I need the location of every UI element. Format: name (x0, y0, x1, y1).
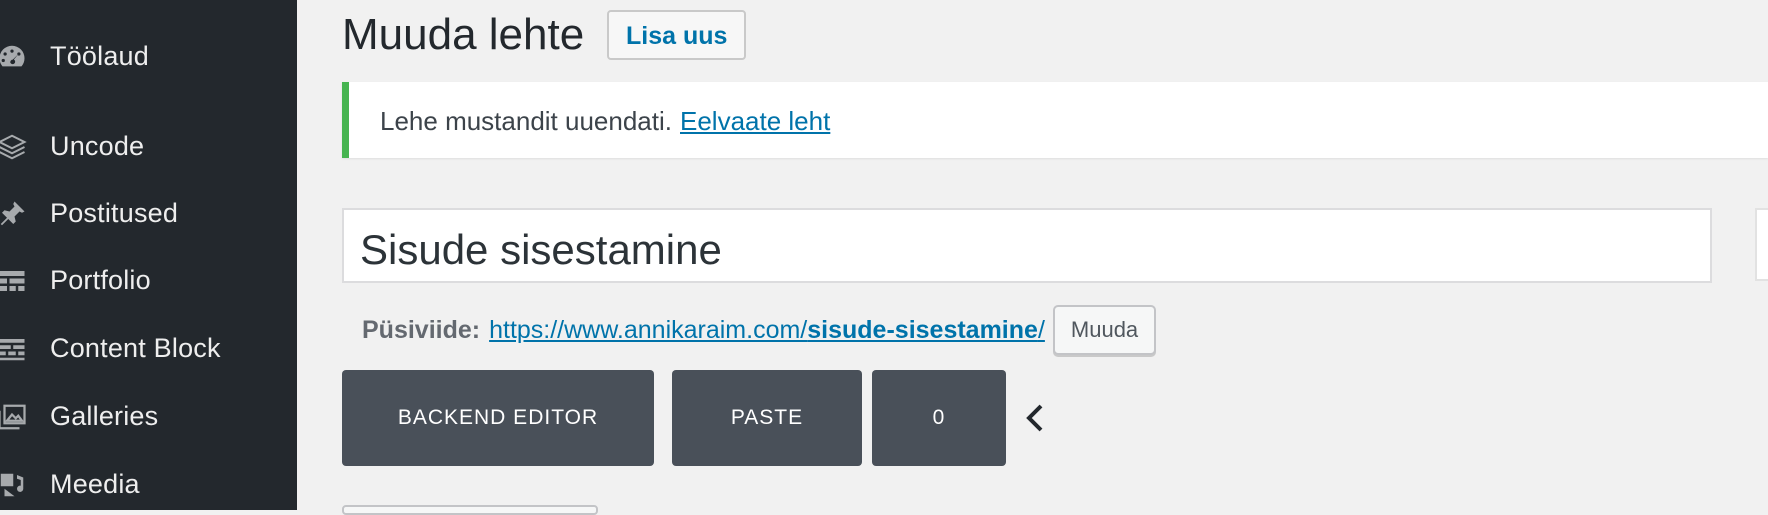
post-title-value: Sisude sisestamine (360, 226, 722, 273)
sidebar-item-content-block[interactable]: Content Block (0, 320, 297, 376)
update-notice: Lehe mustandit uuendati. Eelvaate leht (342, 82, 1768, 158)
content-block-icon (0, 334, 30, 364)
permalink-slug: sisude-sisestamine (807, 315, 1038, 344)
partial-button[interactable] (342, 505, 598, 515)
backend-editor-button[interactable]: BACKEND EDITOR (342, 370, 654, 466)
preview-page-link[interactable]: Eelvaate leht (680, 106, 830, 136)
permalink-url-base: https://www.annikaraim.com/ (489, 315, 808, 344)
sidebar-item-label: Uncode (50, 130, 145, 161)
main-content: Muuda lehte Lisa uus Lehe mustandit uuen… (297, 0, 1768, 515)
sidebar-item-label: Portfolio (50, 264, 151, 295)
sidebar-item-label: Meedia (50, 468, 140, 499)
side-panel-edge (1755, 208, 1768, 281)
layers-icon (0, 132, 30, 162)
count-button[interactable]: 0 (872, 370, 1006, 466)
permalink-label: Püsiviide: (362, 315, 481, 344)
sidebar-item-label: Content Block (50, 332, 221, 363)
sidebar-item-media[interactable]: Meedia (0, 456, 297, 512)
permalink-link[interactable]: https://www.annikaraim.com/sisude-sisest… (489, 316, 1045, 345)
notice-message: Lehe mustandit uuendati. Eelvaate leht (380, 106, 830, 137)
paste-button[interactable]: PASTE (672, 370, 862, 466)
admin-sidebar: Töölaud Uncode Postitused Portfolio Cont… (0, 0, 297, 510)
edit-permalink-button[interactable]: Muuda (1052, 305, 1157, 355)
sidebar-item-dashboard[interactable]: Töölaud (0, 28, 297, 84)
sidebar-item-uncode[interactable]: Uncode (0, 118, 297, 174)
post-title-input[interactable]: Sisude sisestamine (342, 208, 1712, 283)
gallery-icon (0, 402, 30, 432)
permalink-trailing: / (1037, 315, 1045, 344)
sidebar-item-label: Töölaud (50, 40, 149, 71)
permalink-row: Püsiviide: https://www.annikaraim.com/si… (362, 305, 1157, 355)
page-title: Muuda lehte (342, 10, 585, 59)
sidebar-item-posts[interactable]: Postitused (0, 185, 297, 241)
add-new-button[interactable]: Lisa uus (607, 10, 747, 60)
pin-icon (0, 199, 30, 229)
notice-text: Lehe mustandit uuendati. (380, 106, 672, 136)
chevron-left-icon[interactable] (1022, 402, 1048, 434)
sidebar-item-label: Galleries (50, 400, 159, 431)
sidebar-item-label: Postitused (50, 197, 179, 228)
portfolio-icon (0, 266, 30, 296)
dashboard-icon (0, 42, 30, 72)
sidebar-item-portfolio[interactable]: Portfolio (0, 252, 297, 308)
media-icon (0, 470, 30, 500)
sidebar-item-galleries[interactable]: Galleries (0, 388, 297, 444)
